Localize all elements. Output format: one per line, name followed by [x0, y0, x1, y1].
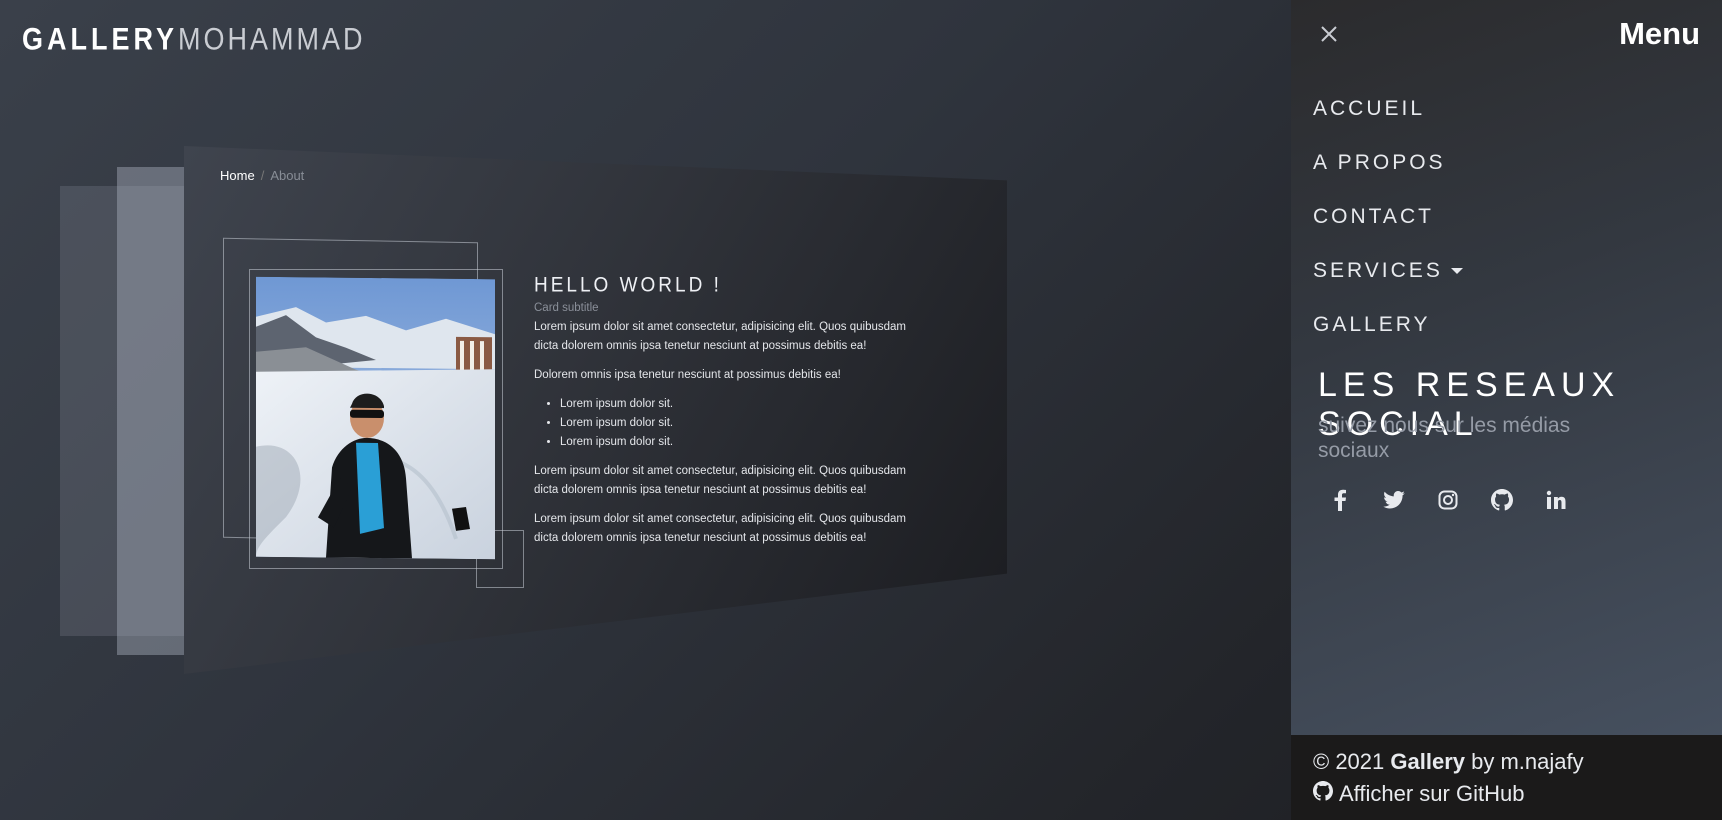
- caret-down-icon: [1450, 268, 1463, 274]
- social-subtitle: suivez nous sur les médias sociaux: [1318, 414, 1571, 462]
- copyright-text: © 2021 Gallery by m.najafy: [1313, 749, 1584, 775]
- card-paragraph: Lorem ipsum dolor sit amet consectetur, …: [534, 513, 907, 544]
- card-title: HELLO WORLD !: [534, 274, 722, 298]
- footer-app-name: Gallery: [1390, 749, 1465, 774]
- card-paragraph: Dolorem omnis ipsa tenetur nesciunt at p…: [534, 369, 841, 381]
- menu-item-a-propos[interactable]: A PROPOS: [1313, 136, 1463, 190]
- content-card: HELLO WORLD ! Card subtitle Lorem ipsum …: [534, 274, 924, 558]
- footer-author: by m.najafy: [1471, 749, 1584, 774]
- menu-item-label: A PROPOS: [1313, 151, 1446, 174]
- menu-footer: [1291, 735, 1722, 820]
- menu-nav: ACCUEIL A PROPOS CONTACT SERVICES GALLER…: [1313, 82, 1463, 352]
- menu-item-label: GALLERY: [1313, 313, 1431, 336]
- instagram-icon[interactable]: [1436, 488, 1460, 512]
- github-link-label: Afficher sur GitHub: [1339, 781, 1525, 806]
- list-item: Lorem ipsum dolor sit.: [560, 395, 924, 414]
- menu-item-label: SERVICES: [1313, 259, 1443, 282]
- menu-item-label: ACCUEIL: [1313, 97, 1426, 120]
- menu-item-services[interactable]: SERVICES: [1313, 244, 1463, 298]
- copyright: © 2021: [1313, 749, 1385, 774]
- background-layer: [117, 167, 187, 655]
- social-icons: [1328, 488, 1568, 512]
- card-paragraph: Lorem ipsum dolor sit amet consectetur, …: [534, 321, 907, 352]
- facebook-icon[interactable]: [1328, 488, 1352, 512]
- github-link[interactable]: Afficher sur GitHub: [1313, 781, 1524, 807]
- card-paragraph: Lorem ipsum dolor sit amet consectetur, …: [534, 465, 907, 496]
- card-subtitle: Card subtitle: [534, 302, 599, 314]
- profile-photo: [256, 276, 495, 560]
- github-icon[interactable]: [1490, 488, 1514, 512]
- breadcrumb: Home / About: [220, 168, 304, 183]
- menu-item-label: CONTACT: [1313, 205, 1434, 228]
- breadcrumb-home[interactable]: Home: [220, 168, 255, 183]
- brand-part2: MOHAMMAD: [178, 21, 366, 56]
- menu-title: Menu: [1619, 16, 1700, 51]
- menu-item-gallery[interactable]: GALLERY: [1313, 298, 1463, 352]
- brand-part1: GALLERY: [22, 21, 178, 56]
- twitter-icon[interactable]: [1382, 488, 1406, 512]
- breadcrumb-current: About: [270, 168, 305, 183]
- linkedin-icon[interactable]: [1544, 488, 1568, 512]
- list-item: Lorem ipsum dolor sit.: [560, 433, 924, 452]
- github-icon: [1313, 781, 1333, 807]
- brand-logo[interactable]: GALLERY MOHAMMAD: [22, 19, 366, 58]
- breadcrumb-separator: /: [260, 168, 265, 183]
- list-item: Lorem ipsum dolor sit.: [560, 414, 924, 433]
- photo-image: [256, 276, 495, 560]
- menu-item-contact[interactable]: CONTACT: [1313, 190, 1463, 244]
- menu-item-accueil[interactable]: ACCUEIL: [1313, 82, 1463, 136]
- close-icon[interactable]: [1316, 22, 1342, 48]
- card-list: Lorem ipsum dolor sit. Lorem ipsum dolor…: [534, 395, 924, 452]
